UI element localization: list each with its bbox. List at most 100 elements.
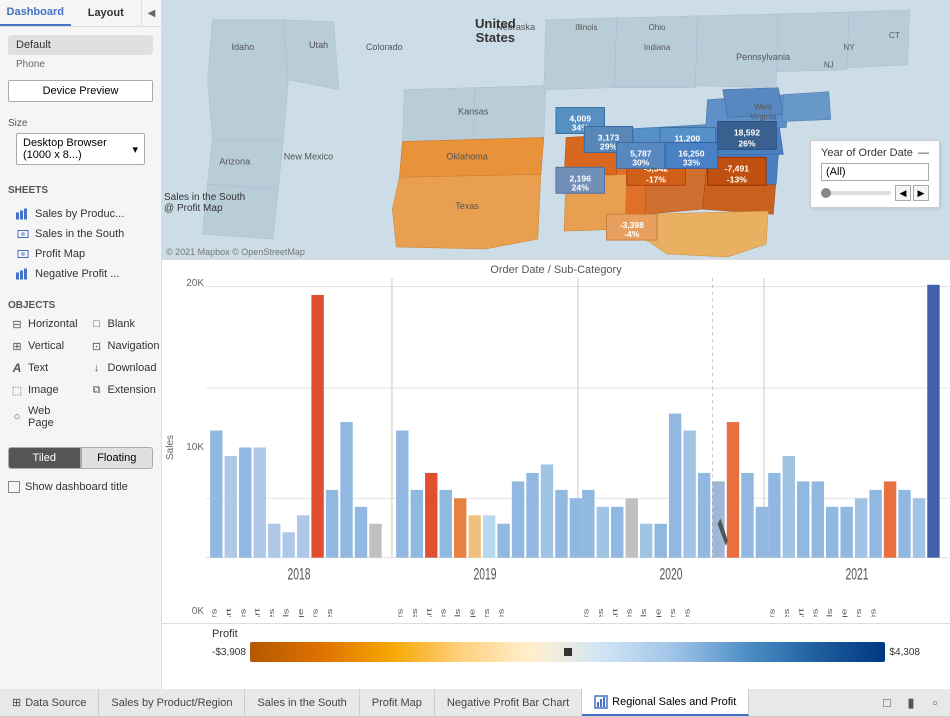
year-filter-minimize[interactable]: — bbox=[918, 147, 929, 159]
show-dashboard-label: Show dashboard title bbox=[25, 481, 128, 493]
svg-text:Envelopes: Envelopes bbox=[626, 608, 634, 617]
data-source-icon: ⊞ bbox=[12, 696, 21, 709]
bottom-tab-bar: ⊞ Data Source Sales by Product/Region Sa… bbox=[0, 689, 950, 717]
svg-text:Phones: Phones bbox=[326, 608, 334, 617]
default-label[interactable]: Default bbox=[8, 35, 153, 55]
new-sheet-button[interactable]: □ bbox=[876, 692, 898, 714]
svg-text:Tables: Tables bbox=[411, 608, 419, 617]
svg-text:Phones: Phones bbox=[870, 608, 878, 617]
tab-label-sales-south: Sales in the South bbox=[257, 697, 346, 709]
sheet-label-negative-profit: Negative Profit ... bbox=[35, 268, 119, 280]
obj-extension[interactable]: ⧉ Extension bbox=[88, 381, 162, 399]
tab-more-button[interactable]: ▫ bbox=[924, 692, 946, 714]
tab-label-sales-product-region: Sales by Product/Region bbox=[111, 697, 232, 709]
svg-text:Oklahoma: Oklahoma bbox=[446, 151, 488, 161]
sheet-label-sales-product: Sales by Produc... bbox=[35, 208, 124, 220]
svg-text:Copiers: Copiers bbox=[483, 608, 491, 617]
y-axis-container: Sales bbox=[162, 278, 178, 617]
tab-dashboard[interactable]: Dashboard bbox=[0, 0, 71, 26]
svg-text:-17%: -17% bbox=[646, 174, 666, 184]
obj-vertical[interactable]: ⊞ Vertical bbox=[8, 337, 80, 355]
svg-text:Labels: Labels bbox=[283, 608, 291, 617]
svg-text:Colorado: Colorado bbox=[366, 42, 403, 52]
svg-text:Copiers: Copiers bbox=[312, 608, 320, 617]
tab-sales-product-region[interactable]: Sales by Product/Region bbox=[99, 689, 245, 716]
sheet-item-negative-profit[interactable]: Negative Profit ... bbox=[8, 264, 153, 284]
svg-text:2019: 2019 bbox=[474, 564, 497, 583]
sheet-item-profit-map[interactable]: Profit Map bbox=[8, 244, 153, 264]
collapse-sidebar-button[interactable]: ◀ bbox=[141, 0, 161, 26]
chart-inner: 2018 2019 2020 2021 bbox=[206, 278, 950, 617]
svg-text:United: United bbox=[475, 16, 516, 31]
y-axis-label: Sales bbox=[165, 435, 176, 460]
duplicate-sheet-button[interactable]: ▮ bbox=[900, 692, 922, 714]
svg-text:Kansas: Kansas bbox=[458, 107, 489, 117]
active-tab-icon bbox=[594, 695, 608, 709]
svg-text:Tables: Tables bbox=[783, 608, 791, 617]
svg-text:Idaho: Idaho bbox=[231, 42, 254, 52]
tab-layout[interactable]: Layout bbox=[71, 1, 142, 25]
svg-text:Tables: Tables bbox=[239, 608, 247, 617]
obj-navigation[interactable]: ⊡ Navigation bbox=[88, 337, 162, 355]
tab-data-source[interactable]: ⊞ Data Source bbox=[0, 689, 99, 716]
year-filter-input[interactable] bbox=[821, 163, 929, 181]
show-dashboard-title-checkbox[interactable]: Show dashboard title bbox=[0, 477, 161, 501]
svg-text:2021: 2021 bbox=[846, 564, 869, 583]
map-svg: Colorado Utah Idaho Arizona New Mexico K… bbox=[162, 0, 950, 259]
size-label-title: Size bbox=[8, 118, 153, 129]
objects-grid: ⊟ Horizontal □ Blank ⊞ Vertical ⊡ Naviga… bbox=[8, 315, 153, 431]
obj-image[interactable]: ⬚ Image bbox=[8, 381, 80, 399]
svg-text:-4%: -4% bbox=[624, 229, 640, 239]
svg-text:-13%: -13% bbox=[727, 174, 747, 184]
svg-text:New Mexico: New Mexico bbox=[284, 151, 333, 161]
year-slider-thumb[interactable] bbox=[821, 188, 831, 198]
svg-text:2018: 2018 bbox=[288, 564, 311, 583]
obj-blank-label: Blank bbox=[108, 318, 136, 330]
obj-blank[interactable]: □ Blank bbox=[88, 315, 162, 333]
svg-text:Chairs: Chairs bbox=[582, 608, 590, 617]
tab-data-source-label: Data Source bbox=[25, 697, 86, 709]
svg-text:Virginia: Virginia bbox=[750, 113, 777, 122]
sidebar-tabs: Dashboard Layout ◀ bbox=[0, 0, 161, 27]
device-preview-button[interactable]: Device Preview bbox=[8, 80, 153, 102]
tiled-button[interactable]: Tiled bbox=[8, 447, 81, 469]
sheets-title: Sheets bbox=[8, 185, 153, 196]
slider-prev-button[interactable]: ◀ bbox=[895, 185, 911, 201]
svg-text:18,592: 18,592 bbox=[734, 128, 760, 138]
svg-text:24%: 24% bbox=[572, 182, 590, 192]
phone-label: Phone bbox=[8, 57, 153, 72]
sheet-label-sales-south: Sales in the South bbox=[35, 228, 124, 240]
slider-next-button[interactable]: ▶ bbox=[913, 185, 929, 201]
obj-text[interactable]: A Text bbox=[8, 359, 80, 377]
obj-horizontal-label: Horizontal bbox=[28, 318, 78, 330]
year-slider-track[interactable] bbox=[821, 191, 891, 195]
obj-download[interactable]: ↓ Download bbox=[88, 359, 162, 377]
svg-text:2020: 2020 bbox=[660, 564, 683, 583]
svg-text:States: States bbox=[476, 30, 515, 45]
obj-horizontal[interactable]: ⊟ Horizontal bbox=[8, 315, 80, 333]
svg-text:Art: Art bbox=[254, 608, 262, 617]
obj-navigation-label: Navigation bbox=[108, 340, 160, 352]
tab-action-icons: □ ▮ ▫ bbox=[872, 689, 950, 716]
obj-image-label: Image bbox=[28, 384, 59, 396]
profit-title: Profit bbox=[162, 628, 950, 642]
svg-text:Chairs: Chairs bbox=[210, 608, 218, 617]
tab-sales-south[interactable]: Sales in the South bbox=[245, 689, 359, 716]
tab-profit-map[interactable]: Profit Map bbox=[360, 689, 435, 716]
profit-min-value: -$3,908 bbox=[212, 647, 246, 658]
svg-text:Phones: Phones bbox=[684, 608, 692, 617]
size-dropdown[interactable]: Desktop Browser (1000 x 8...) ▾ bbox=[16, 133, 145, 165]
sheet-item-sales-south[interactable]: Sales in the South bbox=[8, 224, 153, 244]
tab-negative-profit[interactable]: Negative Profit Bar Chart bbox=[435, 689, 582, 716]
svg-text:Art: Art bbox=[225, 608, 233, 617]
svg-text:Tables: Tables bbox=[597, 608, 605, 617]
floating-button[interactable]: Floating bbox=[81, 447, 154, 469]
tab-regional-sales-profit[interactable]: Regional Sales and Profit bbox=[582, 689, 749, 716]
sidebar: Dashboard Layout ◀ Default Phone Device … bbox=[0, 0, 162, 689]
sheet-item-sales-product[interactable]: Sales by Produc... bbox=[8, 204, 153, 224]
map-icon-profit bbox=[16, 247, 30, 261]
obj-vertical-label: Vertical bbox=[28, 340, 64, 352]
obj-webpage[interactable]: ○ Web Page bbox=[8, 403, 80, 431]
size-section: Size Desktop Browser (1000 x 8...) ▾ bbox=[0, 110, 161, 177]
svg-text:26%: 26% bbox=[738, 138, 756, 148]
